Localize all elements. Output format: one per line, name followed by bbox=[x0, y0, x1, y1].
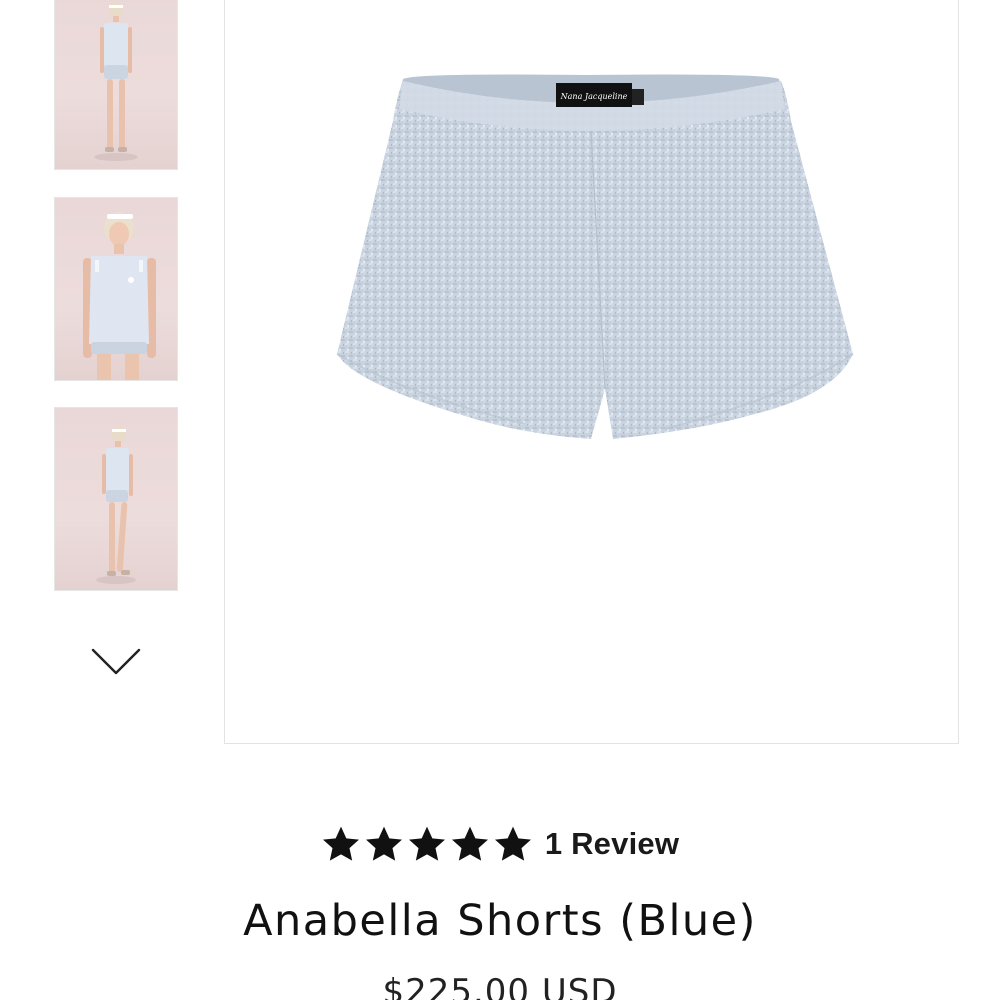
product-price: $225.00 USD bbox=[382, 972, 618, 1000]
model-closeup-image bbox=[83, 212, 156, 380]
star-icon bbox=[322, 826, 359, 861]
star-rating bbox=[321, 824, 533, 864]
main-product-image[interactable]: Nana Jacqueline bbox=[224, 0, 959, 744]
star-icon bbox=[451, 826, 488, 861]
reviews-link[interactable]: 1 Review bbox=[545, 826, 679, 862]
chevron-down-icon bbox=[91, 648, 141, 675]
rating-row: 1 Review bbox=[0, 824, 1000, 864]
model-side-image bbox=[96, 426, 136, 584]
thumbnail-scroll-down-button[interactable] bbox=[90, 644, 142, 680]
shorts-image: Nana Jacqueline bbox=[336, 74, 854, 439]
product-page: Nana Jacqueline 1 Review Anabella Shorts… bbox=[0, 0, 1000, 1000]
star-icon bbox=[408, 826, 445, 861]
star-icon bbox=[494, 826, 531, 861]
thumbnail-2[interactable] bbox=[54, 197, 178, 381]
model-front-image bbox=[94, 1, 138, 161]
product-title: Anabella Shorts (Blue) bbox=[243, 896, 757, 946]
brand-label-text: Nana Jacqueline bbox=[560, 92, 628, 101]
thumbnail-3[interactable] bbox=[54, 407, 178, 591]
star-icon bbox=[365, 826, 402, 861]
thumbnail-1[interactable] bbox=[54, 0, 178, 170]
